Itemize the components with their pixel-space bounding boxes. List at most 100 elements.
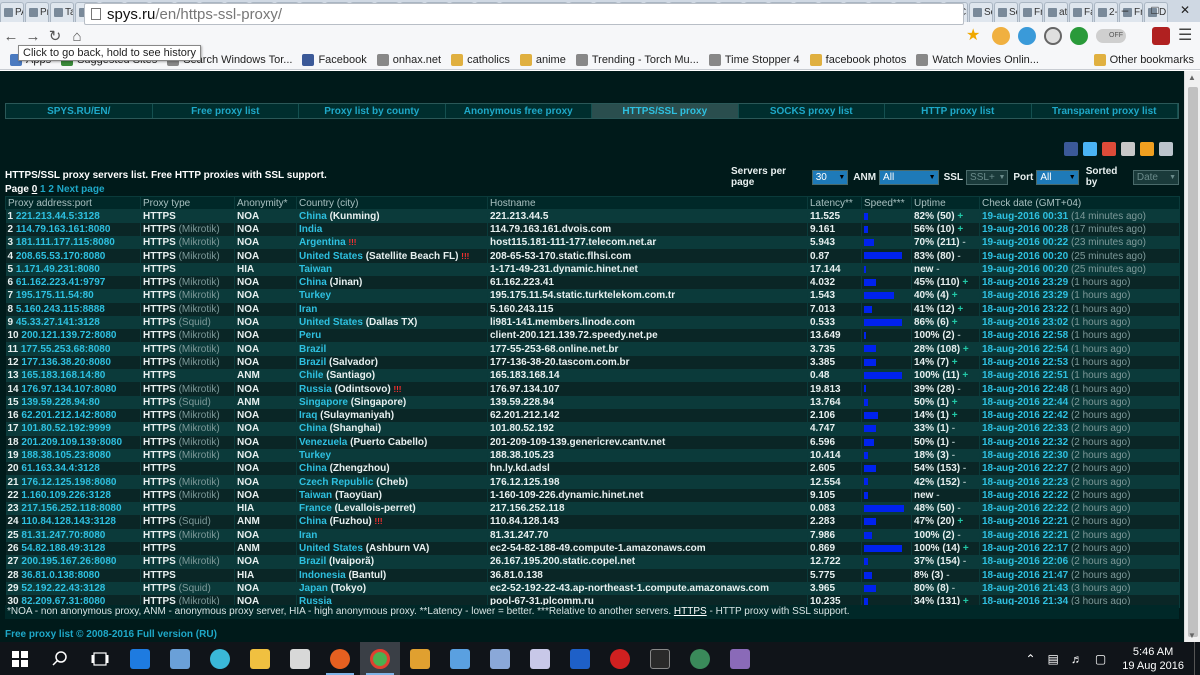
app-taskbar-button[interactable] bbox=[160, 642, 200, 675]
address-bar[interactable]: spys.ru/en/https-ssl-proxy/ bbox=[84, 3, 964, 25]
delicious-share-icon[interactable] bbox=[1121, 142, 1135, 156]
country-link[interactable]: Brazil bbox=[299, 357, 326, 368]
country-link[interactable]: China bbox=[299, 277, 327, 288]
reload-icon[interactable]: ↻ bbox=[44, 27, 66, 45]
country-link[interactable]: Iran bbox=[299, 530, 317, 541]
proxy-address[interactable]: 81.31.247.70:8080 bbox=[21, 530, 105, 541]
browser-tab[interactable]: Pr bbox=[25, 2, 49, 22]
app3-taskbar-button[interactable] bbox=[440, 642, 480, 675]
column-header[interactable]: Proxy address:port bbox=[5, 196, 141, 210]
country-link[interactable]: China bbox=[299, 463, 327, 474]
nav-item-current[interactable]: HTTPS/SSL proxy bbox=[592, 104, 739, 118]
headphones-icon[interactable] bbox=[1018, 27, 1036, 45]
country-link[interactable]: China bbox=[299, 516, 327, 527]
anm-select[interactable]: All ▼ bbox=[879, 169, 939, 185]
volume-icon[interactable]: ♬ bbox=[1071, 652, 1083, 666]
bookmark-item[interactable]: Trending - Torch Mu... bbox=[575, 53, 699, 66]
nav-item[interactable]: HTTP proxy list bbox=[885, 104, 1032, 118]
copyright-text[interactable]: Free proxy list © 2008-2016 bbox=[5, 629, 134, 640]
chrome-taskbar-button[interactable] bbox=[360, 642, 400, 675]
country-link[interactable]: Taiwan bbox=[299, 264, 332, 275]
page-link[interactable]: 1 bbox=[40, 184, 46, 195]
bookmark-item[interactable]: Facebook bbox=[302, 53, 367, 66]
search-button[interactable] bbox=[40, 642, 80, 675]
browser-tab[interactable]: PA bbox=[0, 2, 24, 22]
nav-item[interactable]: Transparent proxy list bbox=[1031, 104, 1178, 118]
bookmark-item[interactable]: catholics bbox=[451, 53, 510, 66]
proxy-address[interactable]: 1.171.49.231:8080 bbox=[16, 264, 100, 275]
proxy-address[interactable]: 201.209.109.139:8080 bbox=[21, 437, 122, 448]
proxy-address[interactable]: 1.160.109.226:3128 bbox=[21, 490, 111, 501]
firefox-taskbar-button[interactable] bbox=[320, 642, 360, 675]
proxy-address[interactable]: 54.82.188.49:3128 bbox=[21, 543, 105, 554]
page-scrollbar[interactable]: ▲ ▼ bbox=[1184, 71, 1200, 642]
maximize-icon[interactable]: □ bbox=[1140, 0, 1170, 20]
scroll-up-icon[interactable]: ▲ bbox=[1188, 73, 1196, 82]
bookmark-item[interactable]: facebook photos bbox=[809, 53, 906, 66]
browser-tab[interactable]: Fr bbox=[1019, 2, 1043, 22]
country-link[interactable]: Turkey bbox=[299, 450, 331, 461]
proxy-address[interactable]: 188.38.105.23:8080 bbox=[21, 450, 111, 461]
proxy-address[interactable]: 36.81.0.138:8080 bbox=[21, 570, 99, 581]
store-taskbar-button[interactable] bbox=[280, 642, 320, 675]
country-link[interactable]: Russia bbox=[299, 384, 332, 395]
bookmark-item[interactable]: Time Stopper 4 bbox=[708, 53, 800, 66]
app6-taskbar-button[interactable] bbox=[680, 642, 720, 675]
proxy-address[interactable]: 176.12.125.198:8080 bbox=[21, 477, 116, 488]
back-icon[interactable]: ← bbox=[0, 28, 22, 45]
country-link[interactable]: Czech Republic bbox=[299, 477, 373, 488]
proxy-address[interactable]: 200.121.139.72:8080 bbox=[21, 330, 116, 341]
proxy-address[interactable]: 45.33.27.141:3128 bbox=[16, 317, 100, 328]
country-link[interactable]: United States bbox=[299, 543, 363, 554]
edge-taskbar-button[interactable] bbox=[120, 642, 160, 675]
close-icon[interactable]: ✕ bbox=[1170, 0, 1200, 20]
nav-item[interactable]: Free proxy list bbox=[152, 104, 299, 118]
proxy-address[interactable]: 200.195.167.26:8080 bbox=[21, 556, 116, 567]
country-link[interactable]: Argentina bbox=[299, 237, 346, 248]
app2-taskbar-button[interactable] bbox=[400, 642, 440, 675]
country-link[interactable]: Venezuela bbox=[299, 437, 347, 448]
show-desktop-button[interactable] bbox=[1194, 642, 1200, 675]
proxy-address[interactable]: 101.80.52.192:9999 bbox=[21, 423, 111, 434]
pin-icon[interactable] bbox=[1044, 27, 1062, 45]
column-header[interactable]: Proxy type bbox=[140, 196, 235, 210]
proxy-address[interactable]: 165.183.168.14:80 bbox=[21, 370, 105, 381]
extension-toggle[interactable]: OFF bbox=[1096, 29, 1126, 43]
proxy-address[interactable]: 52.192.22.43:3128 bbox=[21, 583, 105, 594]
country-link[interactable]: United States bbox=[299, 251, 363, 262]
scroll-down-icon[interactable]: ▼ bbox=[1188, 631, 1196, 640]
country-link[interactable]: United States bbox=[299, 317, 363, 328]
proxy-address[interactable]: 5.160.243.115:8888 bbox=[16, 304, 105, 315]
country-link[interactable]: France bbox=[299, 503, 332, 514]
country-link[interactable]: Singapore bbox=[299, 397, 348, 408]
browser-tab[interactable]: Sc bbox=[969, 2, 993, 22]
download-icon[interactable] bbox=[1070, 27, 1088, 45]
minimize-icon[interactable]: – bbox=[1110, 0, 1140, 20]
proxy-address[interactable]: 176.97.134.107:8080 bbox=[21, 384, 116, 395]
print-share-icon[interactable] bbox=[1159, 142, 1173, 156]
sorted-by-select[interactable]: Date ▼ bbox=[1132, 169, 1179, 185]
proxy-address[interactable]: 110.84.128.143:3128 bbox=[21, 516, 116, 527]
proxy-address[interactable]: 61.162.223.41:9797 bbox=[16, 277, 106, 288]
column-header[interactable]: Hostname bbox=[487, 196, 808, 210]
port-select[interactable]: All ▼ bbox=[1036, 169, 1079, 185]
proxy-address[interactable]: 181.111.177.115:8080 bbox=[16, 237, 115, 248]
app4-taskbar-button[interactable] bbox=[480, 642, 520, 675]
servers-per-page-select[interactable]: 30 ▼ bbox=[811, 169, 849, 185]
app5-taskbar-button[interactable] bbox=[520, 642, 560, 675]
footnote-https-link[interactable]: HTTPS bbox=[674, 606, 707, 617]
home-icon[interactable]: ⌂ bbox=[66, 28, 88, 45]
country-link[interactable]: Iran bbox=[299, 304, 317, 315]
proxy-address[interactable]: 177.136.38.20:8080 bbox=[21, 357, 111, 368]
page-link-current[interactable]: 0 bbox=[32, 184, 38, 195]
proxy-address[interactable]: 114.79.163.161:8080 bbox=[16, 224, 111, 235]
scrollbar-thumb[interactable] bbox=[1188, 87, 1198, 637]
column-header[interactable]: Speed*** bbox=[861, 196, 912, 210]
proxy-address[interactable]: 177.55.253.68:8080 bbox=[21, 344, 111, 355]
extension-icon[interactable] bbox=[992, 27, 1010, 45]
ssl-select[interactable]: SSL+ ▼ bbox=[966, 169, 1009, 185]
country-link[interactable]: Chile bbox=[299, 370, 323, 381]
malwarebytes-taskbar-button[interactable] bbox=[560, 642, 600, 675]
full-version-link[interactable]: Full version (RU) bbox=[137, 629, 217, 640]
action-center-icon[interactable]: ▢ bbox=[1095, 652, 1106, 666]
